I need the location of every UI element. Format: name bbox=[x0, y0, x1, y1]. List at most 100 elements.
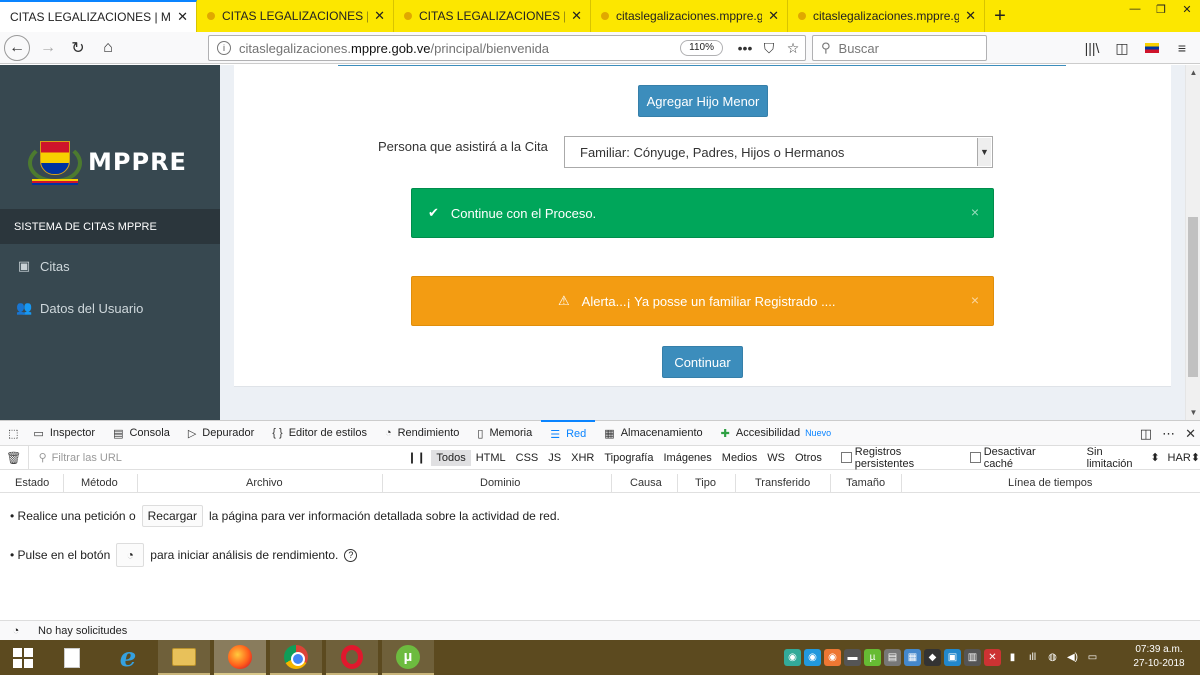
devtools-menu-icon[interactable]: ⋯ bbox=[1162, 426, 1175, 442]
browser-tab[interactable]: CITAS LEGALIZACIONES | MPPRE ✕ bbox=[394, 0, 591, 32]
firefox-icon[interactable] bbox=[214, 640, 266, 675]
throttling-select[interactable]: Sin limitación ⬍ bbox=[1087, 446, 1160, 470]
element-picker-icon[interactable]: ⬚ bbox=[0, 420, 24, 446]
filter-other[interactable]: Otros bbox=[790, 450, 827, 466]
chrome-icon[interactable] bbox=[270, 640, 322, 675]
filter-fonts[interactable]: Tipografía bbox=[599, 450, 658, 466]
sidebar-item-citas[interactable]: ▣ Citas bbox=[0, 245, 220, 287]
col-file[interactable]: Archivo bbox=[246, 477, 283, 489]
tray-app-icon[interactable]: ◉ bbox=[784, 649, 801, 666]
col-method[interactable]: Método bbox=[81, 477, 118, 489]
tray-app-icon[interactable]: ◉ bbox=[824, 649, 841, 666]
performance-icon[interactable]: ◔ bbox=[4, 625, 28, 637]
close-window-icon[interactable]: ✕ bbox=[1174, 0, 1200, 18]
tab-accessibility[interactable]: ✚ Accesibilidad Nuevo bbox=[712, 420, 840, 446]
sidebar-toggle-icon[interactable]: ◫ bbox=[1110, 36, 1134, 60]
col-type[interactable]: Tipo bbox=[695, 477, 716, 489]
sidebar-item-datos-usuario[interactable]: 👥 Datos del Usuario bbox=[0, 287, 220, 329]
opera-icon[interactable] bbox=[326, 640, 378, 675]
bookmark-star-icon[interactable]: ☆ bbox=[781, 40, 805, 57]
tab-storage[interactable]: ▦ Almacenamiento bbox=[595, 420, 711, 446]
home-icon[interactable]: ⌂ bbox=[94, 34, 122, 62]
dock-icon[interactable]: ◫ bbox=[1140, 426, 1152, 442]
network-signal-icon[interactable]: ıll bbox=[1024, 649, 1041, 666]
url-bar[interactable]: i citaslegalizaciones.mppre.gob.ve/princ… bbox=[208, 35, 806, 61]
new-tab-icon[interactable]: + bbox=[985, 0, 1015, 32]
scroll-thumb[interactable] bbox=[1188, 217, 1198, 377]
search-input[interactable]: ⚲ Buscar bbox=[812, 35, 987, 61]
close-tab-icon[interactable]: ✕ bbox=[571, 8, 582, 24]
tab-style-editor[interactable]: { } Editor de estilos bbox=[263, 420, 376, 446]
clear-trash-icon[interactable]: 🗑 bbox=[0, 451, 28, 465]
performance-analysis-button[interactable]: ◔ bbox=[116, 543, 145, 567]
col-transferred[interactable]: Transferido bbox=[755, 477, 810, 489]
minimize-icon[interactable]: — bbox=[1122, 0, 1148, 18]
close-devtools-icon[interactable]: ✕ bbox=[1185, 426, 1196, 442]
filter-xhr[interactable]: XHR bbox=[566, 450, 599, 466]
filter-css[interactable]: CSS bbox=[511, 450, 544, 466]
scroll-up-icon[interactable]: ▲ bbox=[1186, 65, 1200, 80]
menu-icon[interactable]: ≡ bbox=[1170, 36, 1194, 60]
utorrent-icon[interactable]: µ bbox=[382, 640, 434, 675]
tab-memory[interactable]: ▯ Memoria bbox=[468, 420, 541, 446]
col-timeline[interactable]: Línea de tiempos bbox=[1008, 477, 1092, 489]
system-clock[interactable]: 07:39 a.m. 27-10-2018 bbox=[1124, 643, 1194, 671]
browser-tab[interactable]: CITAS LEGALIZACIONES | MPPRE ✕ bbox=[0, 0, 197, 32]
tray-app-icon[interactable]: ▤ bbox=[884, 649, 901, 666]
browser-tab[interactable]: citaslegalizaciones.mppre.gob.ve ✕ bbox=[591, 0, 788, 32]
tray-app-icon[interactable]: µ bbox=[864, 649, 881, 666]
browser-tab[interactable]: citaslegalizaciones.mppre.gob.ve ✕ bbox=[788, 0, 985, 32]
close-tab-icon[interactable]: ✕ bbox=[965, 8, 976, 24]
continue-button[interactable]: Continuar bbox=[662, 346, 743, 378]
har-menu[interactable]: HAR ⬍ bbox=[1168, 451, 1200, 465]
volume-icon[interactable]: ◀) bbox=[1064, 649, 1081, 666]
restore-icon[interactable]: ❐ bbox=[1148, 0, 1174, 18]
tray-app-icon[interactable]: ◆ bbox=[924, 649, 941, 666]
forward-icon[interactable]: → bbox=[34, 34, 62, 62]
tray-app-icon[interactable]: ▥ bbox=[964, 649, 981, 666]
reload-button[interactable]: Recargar bbox=[141, 505, 203, 527]
file-explorer-icon[interactable] bbox=[158, 640, 210, 675]
col-size[interactable]: Tamaño bbox=[846, 477, 885, 489]
pause-icon[interactable]: ❙❙ bbox=[402, 451, 432, 464]
venezuela-flag-icon[interactable] bbox=[1140, 36, 1164, 60]
tray-app-icon[interactable]: ▬ bbox=[844, 649, 861, 666]
filter-ws[interactable]: WS bbox=[762, 450, 790, 466]
tab-performance[interactable]: ◔ Rendimiento bbox=[376, 420, 468, 446]
scroll-down-icon[interactable]: ▼ bbox=[1186, 405, 1200, 420]
close-tab-icon[interactable]: ✕ bbox=[374, 8, 385, 24]
library-icon[interactable]: |||\ bbox=[1080, 36, 1104, 60]
update-icon[interactable]: ◍ bbox=[1044, 649, 1061, 666]
document-icon[interactable] bbox=[46, 640, 98, 675]
battery-icon[interactable]: ▮ bbox=[1004, 649, 1021, 666]
page-scrollbar[interactable]: ▲ ▼ bbox=[1185, 65, 1200, 420]
close-icon[interactable]: × bbox=[971, 292, 979, 308]
tray-app-icon[interactable]: ◉ bbox=[804, 649, 821, 666]
add-child-button[interactable]: Agregar Hijo Menor bbox=[638, 85, 768, 117]
filter-html[interactable]: HTML bbox=[471, 450, 511, 466]
persona-select[interactable]: Familiar: Cónyuge, Padres, Hijos o Herma… bbox=[564, 136, 993, 168]
tab-inspector[interactable]: ▭ Inspector bbox=[24, 420, 104, 446]
disable-cache-checkbox[interactable]: Desactivar caché bbox=[969, 446, 1067, 470]
tab-console[interactable]: ▤ Consola bbox=[104, 420, 179, 446]
close-tab-icon[interactable]: ✕ bbox=[177, 9, 188, 25]
notifications-icon[interactable]: ▭ bbox=[1084, 649, 1101, 666]
close-icon[interactable]: × bbox=[971, 204, 979, 220]
zoom-indicator[interactable]: 110% bbox=[680, 40, 723, 56]
filter-media[interactable]: Medios bbox=[717, 450, 762, 466]
chevron-down-icon[interactable]: ▼ bbox=[977, 138, 991, 166]
back-icon[interactable]: ← bbox=[4, 34, 30, 61]
persist-logs-checkbox[interactable]: Registros persistentes bbox=[840, 446, 962, 470]
tray-app-icon[interactable]: ✕ bbox=[984, 649, 1001, 666]
tray-app-icon[interactable]: ▣ bbox=[944, 649, 961, 666]
close-tab-icon[interactable]: ✕ bbox=[768, 8, 779, 24]
start-button[interactable] bbox=[0, 640, 46, 675]
tab-network[interactable]: ☰ Red bbox=[541, 420, 596, 446]
reload-icon[interactable]: ↻ bbox=[64, 34, 92, 62]
internet-explorer-icon[interactable]: e bbox=[102, 640, 154, 675]
col-status[interactable]: Estado bbox=[15, 477, 49, 489]
col-domain[interactable]: Dominio bbox=[480, 477, 520, 489]
filter-urls-input[interactable]: ⚲ Filtrar las URL bbox=[27, 445, 402, 470]
tab-debugger[interactable]: ▷ Depurador bbox=[179, 420, 263, 446]
pocket-icon[interactable]: ⛉ bbox=[757, 40, 781, 57]
